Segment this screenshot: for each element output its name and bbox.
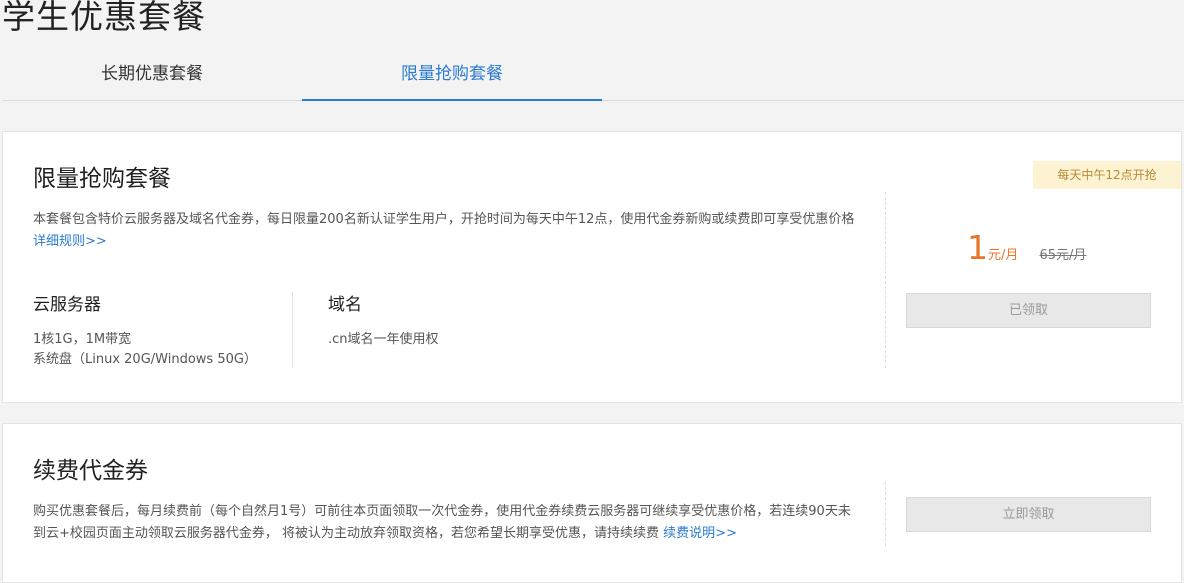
tab-long-term-packages[interactable]: 长期优惠套餐 (2, 54, 302, 101)
flash-package-description-text: 本套餐包含特价云服务器及域名代金券，每日限量200名新认证学生用户，开抢时间为每… (33, 212, 855, 227)
spec-cloud-server: 云服务器 1核1G，1M带宽 系统盘（Linux 20G/Windows 50G… (33, 292, 293, 368)
page-title: 学生优惠套餐 (2, 0, 206, 36)
renewal-coupon-description: 购买优惠套餐后，每月续费前（每个自然月1号）可前往本页面领取一次代金券，使用代金… (33, 501, 863, 545)
claim-now-button[interactable]: 立即领取 (906, 497, 1151, 532)
dashed-divider (885, 482, 886, 546)
spec-domain-line: .cn域名一年使用权 (328, 332, 439, 347)
renewal-coupon-card: 续费代金券 购买优惠套餐后，每月续费前（每个自然月1号）可前往本页面领取一次代金… (2, 423, 1182, 583)
flash-package-title: 限量抢购套餐 (33, 166, 171, 192)
tab-flash-sale-packages[interactable]: 限量抢购套餐 (302, 54, 602, 101)
spec-domain-heading: 域名 (328, 295, 362, 315)
tab-bar: 长期优惠套餐 限量抢购套餐 (2, 54, 1184, 101)
price-block: 1元/月 65元/月 (967, 228, 1086, 268)
spec-domain: 域名 .cn域名一年使用权 (328, 292, 628, 350)
original-price: 65元/月 (1039, 248, 1087, 263)
renewal-info-link[interactable]: 续费说明>> (663, 526, 737, 541)
dashed-divider (885, 192, 886, 368)
claimed-button[interactable]: 已领取 (906, 293, 1151, 328)
spec-cloud-server-line: 系统盘（Linux 20G/Windows 50G） (33, 352, 257, 367)
spec-cloud-server-heading: 云服务器 (33, 295, 101, 315)
renewal-coupon-title: 续费代金券 (33, 458, 148, 484)
price-amount: 1 (967, 228, 988, 267)
flash-package-card: 限量抢购套餐 本套餐包含特价云服务器及域名代金券，每日限量200名新认证学生用户… (2, 131, 1182, 403)
flash-package-description: 本套餐包含特价云服务器及域名代金券，每日限量200名新认证学生用户，开抢时间为每… (33, 209, 863, 253)
rules-link[interactable]: 详细规则>> (33, 234, 107, 249)
start-time-ribbon: 每天中午12点开抢 (1033, 161, 1181, 189)
price-unit: 元/月 (988, 248, 1019, 263)
spec-cloud-server-line: 1核1G，1M带宽 (33, 332, 132, 347)
